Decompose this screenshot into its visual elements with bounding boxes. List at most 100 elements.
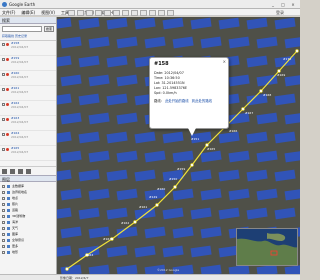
planets-icon[interactable] bbox=[140, 10, 147, 16]
map-label[interactable]: #165 bbox=[207, 147, 215, 151]
result-item[interactable]: #161 2012/04/07 bbox=[0, 86, 56, 101]
result-item[interactable]: #163 2012/04/07 bbox=[0, 116, 56, 131]
layer-icon bbox=[7, 202, 10, 206]
result-checkbox[interactable] bbox=[2, 133, 5, 136]
layer-icon bbox=[7, 190, 10, 194]
track-point-marker[interactable] bbox=[65, 267, 69, 271]
layers-panel-header[interactable]: 图层 bbox=[0, 175, 56, 182]
layer-checkbox[interactable] bbox=[2, 190, 5, 194]
layer-checkbox[interactable] bbox=[2, 232, 5, 236]
search-panel-header[interactable]: 搜索 bbox=[0, 17, 56, 24]
result-checkbox[interactable] bbox=[2, 58, 5, 61]
down-arrow-icon[interactable] bbox=[26, 169, 31, 174]
search-button[interactable]: 搜索 bbox=[44, 26, 54, 32]
ruler-icon[interactable] bbox=[149, 10, 156, 16]
result-checkbox[interactable] bbox=[2, 43, 5, 46]
email-icon[interactable] bbox=[158, 10, 165, 16]
track-point-marker[interactable] bbox=[133, 220, 137, 224]
layer-checkbox[interactable] bbox=[2, 196, 5, 200]
map-label[interactable]: #166 bbox=[229, 129, 237, 133]
layer-checkbox[interactable] bbox=[2, 208, 5, 212]
track-point-marker[interactable] bbox=[295, 49, 299, 53]
map-label[interactable]: #159 bbox=[177, 167, 185, 171]
result-item[interactable]: #164 2012/04/07 bbox=[0, 131, 56, 146]
minimize-button[interactable]: _ bbox=[268, 1, 278, 8]
up-arrow-icon[interactable] bbox=[18, 169, 23, 174]
folder-icon[interactable] bbox=[10, 169, 15, 174]
login-link[interactable]: 登录 bbox=[276, 10, 284, 16]
result-item[interactable]: #165 2012/04/07 bbox=[0, 146, 56, 161]
map-label[interactable]: #167 bbox=[245, 111, 253, 115]
track-point-marker[interactable] bbox=[155, 203, 159, 207]
list-view-icon[interactable] bbox=[2, 169, 7, 174]
menu-file[interactable]: 文件(F) bbox=[2, 9, 15, 15]
history-link[interactable]: 历史记录 bbox=[15, 34, 27, 38]
historical-imagery-icon[interactable] bbox=[122, 10, 129, 16]
map-label[interactable]: #151 bbox=[191, 137, 199, 141]
map-label[interactable]: #164 bbox=[85, 253, 93, 257]
result-checkbox[interactable] bbox=[2, 88, 5, 91]
track-point-marker[interactable] bbox=[241, 107, 245, 111]
get-directions-link[interactable]: 获取路线 bbox=[2, 34, 14, 38]
result-date: 2012/04/07 bbox=[11, 135, 29, 139]
map-label[interactable]: #169 bbox=[277, 73, 285, 77]
map-view[interactable]: #159 #160 #161 #162 #163 #164 #165 #166 … bbox=[57, 17, 300, 274]
track-point-marker[interactable] bbox=[259, 89, 263, 93]
search-input[interactable] bbox=[2, 26, 42, 32]
track-point-marker[interactable] bbox=[205, 143, 209, 147]
map-label[interactable]: #149 bbox=[149, 195, 157, 199]
result-checkbox[interactable] bbox=[2, 103, 5, 106]
layer-checkbox[interactable] bbox=[2, 220, 5, 224]
layer-checkbox[interactable] bbox=[2, 244, 5, 248]
map-label[interactable]: #163 bbox=[103, 237, 111, 241]
result-item[interactable]: #159 2012/04/07 bbox=[0, 56, 56, 71]
layer-checkbox[interactable] bbox=[2, 214, 5, 218]
add-polygon-icon[interactable] bbox=[86, 10, 93, 16]
status-bar: 影像日期：2012/4/7 bbox=[0, 274, 300, 280]
map-label[interactable]: #170 bbox=[283, 57, 291, 61]
map-label[interactable]: #168 bbox=[263, 93, 271, 97]
add-path-icon[interactable] bbox=[95, 10, 102, 16]
result-checkbox[interactable] bbox=[2, 73, 5, 76]
close-balloon-button[interactable]: × bbox=[223, 59, 226, 64]
result-item[interactable]: #158 2012/04/07 bbox=[0, 41, 56, 56]
overview-map[interactable] bbox=[236, 228, 298, 266]
layer-checkbox[interactable] bbox=[2, 238, 5, 242]
track-point-marker[interactable] bbox=[277, 69, 281, 73]
sidebar: 搜索 搜索 获取路线 历史记录 #158 2012/04/07 #159 2012/… bbox=[0, 17, 57, 274]
close-button[interactable]: × bbox=[288, 1, 298, 8]
results-nav bbox=[0, 166, 56, 175]
result-checkbox[interactable] bbox=[2, 118, 5, 121]
placemark-icon bbox=[6, 43, 9, 46]
search-row: 搜索 bbox=[0, 24, 56, 34]
route-to-here-link[interactable]: 到此处的路线 bbox=[192, 98, 212, 103]
layer-checkbox[interactable] bbox=[2, 184, 5, 188]
layer-checkbox[interactable] bbox=[2, 226, 5, 230]
map-label[interactable]: #162 bbox=[121, 221, 129, 225]
hide-sidebar-icon[interactable] bbox=[68, 10, 75, 16]
layer-icon bbox=[7, 184, 10, 188]
map-label[interactable]: #150 bbox=[169, 177, 177, 181]
result-checkbox[interactable] bbox=[2, 148, 5, 151]
track-point-marker[interactable] bbox=[190, 163, 194, 167]
layer-label: 边界和地名 bbox=[12, 190, 28, 194]
maximize-button[interactable]: □ bbox=[278, 1, 288, 8]
menu-view[interactable]: 视图(V) bbox=[41, 9, 55, 15]
track-point-marker[interactable] bbox=[173, 185, 177, 189]
result-item[interactable]: #162 2012/04/07 bbox=[0, 101, 56, 116]
result-date: 2012/04/07 bbox=[11, 90, 29, 94]
add-placemark-icon[interactable] bbox=[77, 10, 84, 16]
result-item[interactable]: #160 2012/04/07 bbox=[0, 71, 56, 86]
menu-edit[interactable]: 编辑(E) bbox=[21, 9, 35, 15]
layer-checkbox[interactable] bbox=[2, 250, 5, 254]
map-label[interactable]: #160 bbox=[157, 187, 165, 191]
print-icon[interactable] bbox=[167, 10, 174, 16]
sunlight-icon[interactable] bbox=[131, 10, 138, 16]
route-from-here-link[interactable]: 此处开始的路线 bbox=[165, 98, 189, 103]
layer-checkbox[interactable] bbox=[2, 202, 5, 206]
image-overlay-icon[interactable] bbox=[104, 10, 111, 16]
placemark-info-balloon: × #158 Date: 2012/04/07 Time: 10:36:50 L… bbox=[149, 57, 229, 136]
layer-item[interactable]: 地形 bbox=[2, 249, 54, 255]
record-tour-icon[interactable] bbox=[113, 10, 120, 16]
map-label[interactable]: #161 bbox=[139, 205, 147, 209]
